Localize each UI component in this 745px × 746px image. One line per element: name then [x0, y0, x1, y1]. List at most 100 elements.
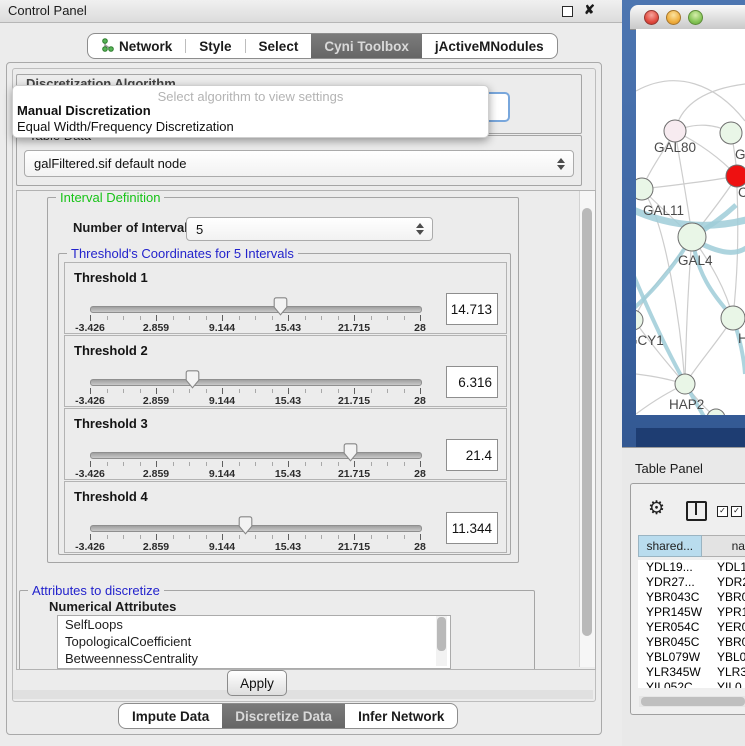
attributes-scrollbar-thumb[interactable]: [437, 617, 446, 651]
panel-title: Control Panel: [8, 3, 87, 18]
slider-track[interactable]: [90, 379, 422, 386]
tab-impute-data[interactable]: Impute Data: [119, 704, 222, 728]
table-row[interactable]: YBL079W YBL0...: [638, 650, 745, 665]
table-row[interactable]: YPR145WYPR1...: [638, 605, 745, 620]
tick-mark: [420, 315, 421, 321]
tick-mark: [272, 316, 273, 320]
cell-shared-name: YBL079W: [646, 650, 700, 664]
cell-shared-name: YLR345W: [646, 665, 701, 679]
tick-mark: [404, 389, 405, 393]
cell-name: YBL0...: [717, 650, 745, 664]
gear-icon[interactable]: ⚙: [648, 497, 665, 520]
tick-mark: [305, 535, 306, 539]
slider-track[interactable]: [90, 525, 422, 532]
network-view-window: GAL80GACGAL11GAL4GCY1HHAP2: [622, 0, 745, 447]
cell-name: YBR0...: [717, 590, 745, 604]
tab-style[interactable]: Style: [186, 34, 244, 58]
attribute-list-item[interactable]: TopologicalCoefficient: [58, 633, 450, 650]
node-label: GCY1: [636, 333, 664, 348]
tab-cyni-toolbox[interactable]: Cyni Toolbox: [311, 34, 422, 58]
network-node-gal11[interactable]: [636, 178, 653, 200]
column-header-2[interactable]: na: [702, 535, 745, 557]
tick-mark: [420, 388, 421, 394]
slider-track[interactable]: [90, 452, 422, 459]
table-row[interactable]: YDR27...YDR2...: [638, 575, 745, 590]
attribute-list-item[interactable]: SelfLoops: [58, 616, 450, 633]
float-window-icon[interactable]: [562, 6, 573, 17]
algorithm-option[interactable]: Equal Width/Frequency Discretization: [17, 119, 234, 134]
threshold-title: Threshold 2: [74, 343, 148, 358]
slider-thumb[interactable]: [238, 516, 253, 535]
network-edge[interactable]: [642, 176, 737, 189]
checkbox-icon[interactable]: ✓: [717, 506, 728, 517]
table-scrollbar-thumb[interactable]: [641, 697, 745, 706]
network-node-hap2[interactable]: [675, 374, 695, 394]
threshold-value-field[interactable]: 14.713: [446, 293, 498, 325]
table-row[interactable]: YIL052CYIL0...: [638, 680, 745, 688]
tab-jactivemnodules[interactable]: jActiveMNodules: [422, 34, 557, 58]
table-row[interactable]: YBR045CYBR0...: [638, 635, 745, 650]
tick-label: 15.43: [275, 395, 301, 407]
tick-label: 28: [414, 395, 426, 407]
slider-track[interactable]: [90, 306, 422, 313]
slider-thumb[interactable]: [273, 297, 288, 316]
tab-select[interactable]: Select: [246, 34, 312, 58]
slider-thumb[interactable]: [185, 370, 200, 389]
tick-mark: [173, 389, 174, 393]
table-horizontal-scrollbar[interactable]: [639, 696, 745, 707]
table-data-combo[interactable]: galFiltered.sif default node: [24, 150, 574, 177]
zoom-traffic-light[interactable]: [688, 10, 703, 25]
tick-mark: [222, 315, 223, 321]
tab-network[interactable]: Network: [88, 34, 185, 58]
network-node-h[interactable]: [721, 306, 745, 330]
algorithm-option[interactable]: Manual Discretization: [17, 103, 151, 118]
tick-mark: [338, 535, 339, 539]
tick-mark: [156, 461, 157, 467]
tick-mark: [140, 316, 141, 320]
tab-infer-network[interactable]: Infer Network: [345, 704, 457, 728]
combo-arrows-icon: [413, 223, 427, 235]
network-node-gcy1[interactable]: [636, 310, 643, 330]
settings-scrollbar-thumb[interactable]: [582, 208, 592, 636]
slider-thumb[interactable]: [343, 443, 358, 462]
threshold-value-field[interactable]: 6.316: [446, 366, 498, 398]
number-of-intervals-combo[interactable]: 5: [186, 217, 433, 241]
tab-discretize-data[interactable]: Discretize Data: [222, 704, 345, 728]
table-row[interactable]: YLR345W YLR3...: [638, 665, 745, 680]
tick-mark: [371, 535, 372, 539]
attribute-list-item[interactable]: BetweennessCentrality: [58, 650, 450, 667]
threshold-title: Threshold 4: [74, 489, 148, 504]
attributes-list-scrollbar[interactable]: [436, 616, 447, 666]
settings-vertical-scrollbar[interactable]: [579, 191, 595, 667]
threshold-value-field[interactable]: 11.344: [446, 512, 498, 544]
network-node-ga[interactable]: [720, 122, 742, 144]
network-frame-bottom: [636, 428, 745, 447]
tick-mark: [140, 535, 141, 539]
tick-mark: [272, 535, 273, 539]
tick-mark: [387, 535, 388, 539]
attributes-group-label: Attributes to discretize: [28, 583, 164, 598]
tick-mark: [140, 389, 141, 393]
table-row[interactable]: YBR043CYBR0...: [638, 590, 745, 605]
table-row[interactable]: YER054CYER0...: [638, 620, 745, 635]
table-row[interactable]: YDL19...YDL1...: [638, 560, 745, 575]
column-header-1[interactable]: shared...: [638, 535, 702, 557]
cell-name: YLR3...: [717, 665, 745, 679]
network-node-gal4[interactable]: [678, 223, 706, 251]
close-traffic-light[interactable]: [644, 10, 659, 25]
network-node-c[interactable]: [726, 165, 745, 187]
numerical-attributes-list[interactable]: SelfLoopsTopologicalCoefficientBetweenne…: [57, 615, 451, 669]
tick-mark: [255, 316, 256, 320]
threshold-value-field[interactable]: 21.4: [446, 439, 498, 471]
network-canvas[interactable]: GAL80GACGAL11GAL4GCY1HHAP2: [636, 29, 745, 415]
columns-icon[interactable]: [686, 501, 707, 521]
tick-mark: [404, 316, 405, 320]
minimize-traffic-light[interactable]: [666, 10, 681, 25]
close-icon[interactable]: ✘: [584, 2, 595, 18]
apply-button[interactable]: Apply: [227, 670, 287, 696]
network-node-gal80[interactable]: [664, 120, 686, 142]
network-window-titlebar[interactable]: [630, 5, 745, 30]
checkbox-icon[interactable]: ✓: [731, 506, 742, 517]
network-node[interactable]: [707, 409, 725, 415]
tick-mark: [107, 535, 108, 539]
